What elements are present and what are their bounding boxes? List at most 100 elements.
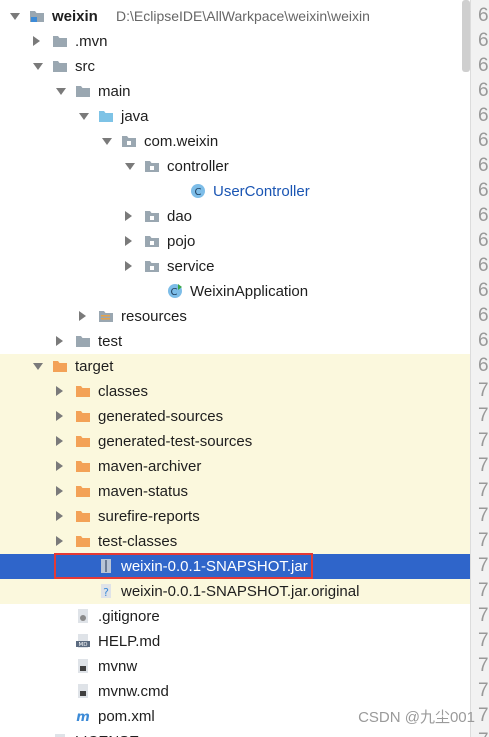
tree-item-label: src [75, 58, 95, 75]
folder-orange-icon [52, 358, 68, 374]
chevron-right-icon[interactable] [56, 386, 63, 396]
gitignore-file-icon [75, 608, 91, 624]
gutter-line-number: 7 [478, 505, 489, 526]
tree-row[interactable]: MD HELP.md [0, 629, 470, 654]
folder-orange-icon [75, 533, 91, 549]
tree-item-label: UserController [213, 183, 310, 200]
tree-row[interactable]: main [0, 79, 470, 104]
script-file-icon [75, 658, 91, 674]
chevron-right-icon[interactable] [125, 236, 132, 246]
tree-row[interactable]: mvnw [0, 654, 470, 679]
tree-item-label: dao [167, 208, 193, 225]
chevron-right-icon[interactable] [56, 486, 63, 496]
package-icon [144, 233, 160, 249]
chevron-right-icon[interactable] [125, 261, 132, 271]
gutter-line-number: 7 [478, 480, 489, 501]
tree-row[interactable]: service [0, 254, 470, 279]
project-path: D:\EclipseIDE\AllWarkpace\weixin\weixin [116, 8, 370, 24]
tree-row[interactable]: src [0, 54, 470, 79]
tree-item-label: controller [167, 158, 229, 175]
chevron-right-icon[interactable] [56, 411, 63, 421]
chevron-down-icon[interactable] [56, 88, 66, 95]
chevron-right-icon[interactable] [56, 336, 63, 346]
tree-item-label: maven-status [98, 483, 189, 500]
tree-row[interactable]: target [0, 354, 470, 379]
chevron-down-icon[interactable] [33, 63, 43, 70]
chevron-right-icon[interactable] [56, 511, 63, 521]
markdown-file-icon: MD [75, 633, 91, 649]
folder-gray-icon [75, 83, 91, 99]
gutter-line-number: 6 [478, 255, 489, 276]
package-icon [144, 258, 160, 274]
tree-item-label: HELP.md [98, 633, 161, 650]
folder-gray-icon [52, 58, 68, 74]
gutter-line-number: 6 [478, 230, 489, 251]
tree-item-label: weixin-0.0.1-SNAPSHOT.jar.original [121, 583, 360, 600]
chevron-down-icon[interactable] [79, 113, 89, 120]
tree-item-label: main [98, 83, 131, 100]
tree-item-label: .gitignore [98, 608, 160, 625]
gutter-line-number: 7 [478, 580, 489, 601]
tree-item-label: WeixinApplication [190, 283, 309, 300]
maven-pom-icon: m [75, 708, 91, 725]
tree-item-label: java [121, 108, 149, 125]
chevron-down-icon[interactable] [10, 13, 20, 20]
tree-row[interactable]: surefire-reports [0, 504, 470, 529]
gutter-line-number: 7 [478, 705, 489, 726]
tree-row[interactable]: weixin D:\EclipseIDE\AllWarkpace\weixin\w… [0, 4, 470, 29]
tree-item-label: mvnw.cmd [98, 683, 169, 700]
tree-row[interactable]: classes [0, 379, 470, 404]
gutter-line-number: 7 [478, 530, 489, 551]
chevron-down-icon[interactable] [33, 363, 43, 370]
chevron-right-icon[interactable] [33, 36, 40, 46]
tree-row[interactable]: mvnw.cmd [0, 679, 470, 704]
tree-item-label: com.weixin [144, 133, 219, 150]
tree-item-label: test [98, 333, 123, 350]
chevron-right-icon[interactable] [79, 311, 86, 321]
svg-text:C: C [171, 287, 178, 298]
tree-row[interactable]: resources [0, 304, 470, 329]
tree-row[interactable]: maven-archiver [0, 454, 470, 479]
gutter-line-number: 6 [478, 305, 489, 326]
tree-row[interactable]: .gitignore [0, 604, 470, 629]
tree-row[interactable]: test [0, 329, 470, 354]
tree-item-label: mvnw [98, 658, 138, 675]
gutter-line-number: 6 [478, 130, 489, 151]
tree-row[interactable]: com.weixin [0, 129, 470, 154]
tree-row[interactable]: LICENSE [0, 729, 470, 737]
tree-row[interactable]: generated-sources [0, 404, 470, 429]
chevron-right-icon[interactable] [56, 536, 63, 546]
folder-orange-icon [75, 383, 91, 399]
tree-row[interactable]: pojo [0, 229, 470, 254]
gutter-line-number: 6 [478, 155, 489, 176]
watermark: CSDN @九尘001 [358, 709, 475, 726]
chevron-right-icon[interactable] [56, 436, 63, 446]
project-module-icon [29, 8, 45, 24]
gutter-line-number: 6 [478, 180, 489, 201]
tree-row[interactable]: dao [0, 204, 470, 229]
tree-row[interactable]: java [0, 104, 470, 129]
tree-row[interactable]: C WeixinApplication [0, 279, 470, 304]
tree-row[interactable]: weixin-0.0.1-SNAPSHOT.jar [0, 554, 470, 579]
tree-row[interactable]: test-classes [0, 529, 470, 554]
gutter-line-number: 7 [478, 405, 489, 426]
package-icon [121, 133, 137, 149]
tree-row[interactable]: generated-test-sources [0, 429, 470, 454]
gutter-line-number: 6 [478, 280, 489, 301]
chevron-down-icon[interactable] [102, 138, 112, 145]
tree-scrollbar[interactable] [462, 0, 470, 72]
chevron-right-icon[interactable] [125, 211, 132, 221]
folder-source-blue-icon [98, 108, 114, 124]
package-icon [144, 208, 160, 224]
tree-row[interactable]: controller [0, 154, 470, 179]
chevron-right-icon[interactable] [56, 461, 63, 471]
tree-row[interactable]: maven-status [0, 479, 470, 504]
gutter-line-number: 6 [478, 330, 489, 351]
gutter-line-number: 7 [478, 605, 489, 626]
tree-row[interactable]: ? weixin-0.0.1-SNAPSHOT.jar.original [0, 579, 470, 604]
chevron-down-icon[interactable] [125, 163, 135, 170]
tree-row[interactable]: .mvn [0, 29, 470, 54]
folder-orange-icon [75, 458, 91, 474]
tree-row[interactable]: C UserController [0, 179, 470, 204]
tree-item-label: generated-test-sources [98, 433, 253, 450]
